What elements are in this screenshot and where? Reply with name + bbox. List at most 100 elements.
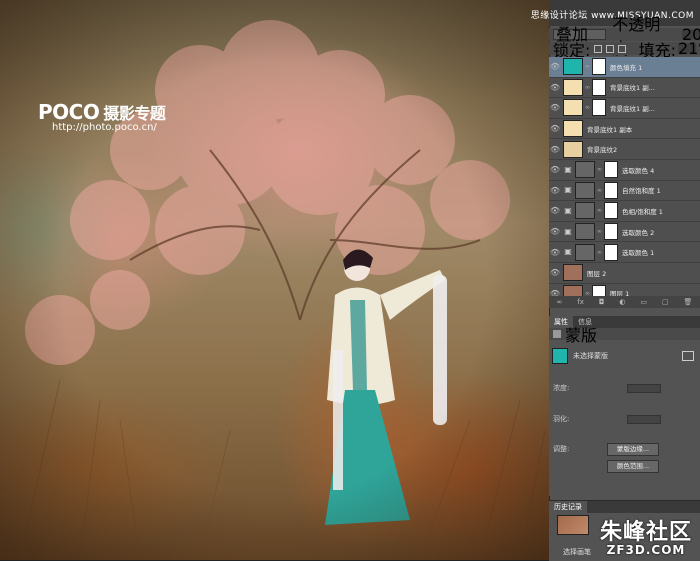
vignette [0, 0, 549, 560]
fx-icon[interactable]: fx [577, 298, 584, 306]
logo-url: http://photo.poco.cn/ [52, 122, 157, 133]
fill-color-swatch[interactable] [552, 348, 568, 364]
adjustment-layer-icon: ▣ [564, 164, 572, 174]
group-icon[interactable]: ▭ [640, 298, 647, 306]
visibility-eye-icon[interactable]: 👁 [549, 206, 561, 215]
chain-link-icon[interactable]: ∞ [597, 249, 603, 256]
layer-thumbnail[interactable] [575, 161, 595, 179]
layer-row[interactable]: 👁 ∞ 背景底纹1 副... [549, 98, 700, 119]
visibility-eye-icon[interactable]: 👁 [549, 248, 561, 257]
selection-row: 未选择蒙版 [549, 346, 700, 366]
layer-thumbnail[interactable] [563, 99, 583, 117]
adjust-label: 调整: [553, 445, 570, 453]
layer-row[interactable]: 👁 背景底纹1 副本 [549, 118, 700, 140]
chain-link-icon[interactable]: ∞ [597, 187, 603, 194]
layer-thumbnail[interactable] [563, 140, 583, 158]
layer-row[interactable]: 👁 ▣ ∞ 选取颜色 1 [549, 242, 700, 263]
lock-pixels-icon[interactable] [594, 44, 603, 53]
layer-mask-thumbnail[interactable] [592, 58, 606, 76]
layer-mask-thumbnail[interactable] [592, 78, 606, 96]
poco-logo: POCO 摄影专题 http://photo.poco.cn/ [38, 100, 166, 133]
layer-thumbnail[interactable] [563, 58, 583, 76]
visibility-eye-icon[interactable]: 👁 [549, 83, 561, 92]
tab-history[interactable]: 历史记录 [549, 501, 587, 513]
link-icon[interactable]: ∞ [556, 298, 562, 306]
photo-canvas: POCO 摄影专题 http://photo.poco.cn/ [0, 0, 549, 560]
layer-row[interactable]: 👁 ▣ ∞ 选取颜色 4 [549, 159, 700, 181]
brand-line1: 朱峰社区 [599, 520, 692, 545]
history-item[interactable]: 选择画笔 [563, 547, 591, 557]
density-field[interactable] [627, 384, 661, 393]
chain-link-icon[interactable]: ∞ [597, 228, 603, 235]
pixel-mask-icon[interactable] [682, 351, 694, 361]
layer-mask-thumbnail[interactable] [604, 181, 618, 199]
layer-mask-thumbnail[interactable] [604, 223, 618, 241]
mask-edge-button[interactable]: 蒙版边缘... [607, 443, 659, 456]
layer-row[interactable]: 👁 ▣ ∞ 自然饱和度 1 [549, 180, 700, 202]
layer-mask-thumbnail[interactable] [604, 202, 618, 220]
layer-thumbnail[interactable] [575, 223, 595, 241]
layer-mask-thumbnail[interactable] [604, 243, 618, 261]
layer-mask-thumbnail[interactable] [592, 99, 606, 117]
layer-name: 图层 2 [587, 269, 607, 278]
history-snapshot-thumb[interactable] [557, 515, 589, 535]
layers-footer: ∞ fx ◘ ◐ ▭ ▢ 🗑 [549, 296, 700, 308]
layer-mask-thumbnail[interactable] [604, 161, 618, 179]
chain-link-icon[interactable]: ∞ [597, 207, 603, 214]
layer-row[interactable]: 👁 ▣ ∞ 色相/饱和度 1 [549, 201, 700, 222]
feather-label: 羽化: [553, 415, 570, 423]
visibility-eye-icon[interactable]: 👁 [549, 124, 561, 133]
visibility-eye-icon[interactable]: 👁 [549, 268, 561, 277]
mask-header: 蒙版 [549, 326, 700, 345]
chain-link-icon[interactable]: ∞ [585, 63, 591, 70]
selection-text: 未选择蒙版 [573, 352, 608, 360]
lock-row: 锁定: 填充: 21% [549, 41, 700, 60]
new-layer-icon[interactable]: ▢ [662, 298, 669, 306]
lock-position-icon[interactable] [606, 44, 615, 53]
brand-watermark: 朱峰社区 ZF3D.COM [600, 514, 692, 557]
layer-name: 背景底纹2 [587, 146, 618, 155]
layer-name: 选取颜色 4 [622, 166, 655, 175]
chain-link-icon[interactable]: ∞ [585, 104, 591, 111]
layer-row[interactable]: 👁 ▣ ∞ 选取颜色 2 [549, 221, 700, 243]
visibility-eye-icon[interactable]: 👁 [549, 103, 561, 112]
visibility-eye-icon[interactable]: 👁 [549, 145, 561, 154]
layer-name: 色相/饱和度 1 [622, 207, 663, 216]
visibility-eye-icon[interactable]: 👁 [549, 165, 561, 174]
properties-panel: 属性 信息 蒙版 未选择蒙版 浓度: 羽化: 调整: 蒙版边缘... 颜色范围.… [549, 316, 700, 496]
chain-link-icon[interactable]: ∞ [597, 166, 603, 173]
add-mask-icon[interactable]: ◘ [599, 298, 605, 306]
adjustment-layer-icon: ▣ [564, 226, 572, 236]
layer-name: 颜色填充 1 [610, 63, 643, 72]
layer-name: 选取颜色 2 [622, 228, 655, 237]
lock-all-icon[interactable] [618, 44, 627, 53]
opacity-field[interactable]: 20% [682, 27, 700, 43]
visibility-eye-icon[interactable]: 👁 [549, 62, 561, 71]
density-label: 浓度: [553, 384, 570, 392]
layer-thumbnail[interactable] [563, 264, 583, 282]
layer-row[interactable]: 👁 ∞ 颜色填充 1 [549, 57, 700, 78]
brand-line2: ZF3D.COM [606, 543, 686, 557]
adjustment-layer-icon: ▣ [564, 247, 572, 257]
visibility-eye-icon[interactable]: 👁 [549, 186, 561, 195]
layer-thumbnail[interactable] [563, 120, 583, 138]
layer-name: 背景底纹1 副... [610, 104, 655, 113]
layer-row[interactable]: 👁 图层 2 [549, 262, 700, 284]
layer-thumbnail[interactable] [575, 181, 595, 199]
chain-link-icon[interactable]: ∞ [585, 84, 591, 91]
fill-field[interactable]: 21% [678, 41, 700, 57]
adjustment-icon[interactable]: ◐ [619, 298, 625, 306]
color-range-button[interactable]: 颜色范围... [607, 460, 659, 473]
layer-name: 背景底纹1 副... [610, 84, 655, 93]
trash-icon[interactable]: 🗑 [684, 298, 693, 306]
layer-row[interactable]: 👁 背景底纹2 [549, 139, 700, 160]
layer-name: 自然饱和度 1 [622, 187, 661, 196]
layer-thumbnail[interactable] [563, 78, 583, 96]
feather-field[interactable] [627, 415, 661, 424]
layer-thumbnail[interactable] [575, 243, 595, 261]
visibility-eye-icon[interactable]: 👁 [549, 227, 561, 236]
adjustment-layer-icon: ▣ [564, 185, 572, 195]
mask-icon [553, 330, 561, 338]
layer-row[interactable]: 👁 ∞ 背景底纹1 副... [549, 77, 700, 99]
layer-thumbnail[interactable] [575, 202, 595, 220]
